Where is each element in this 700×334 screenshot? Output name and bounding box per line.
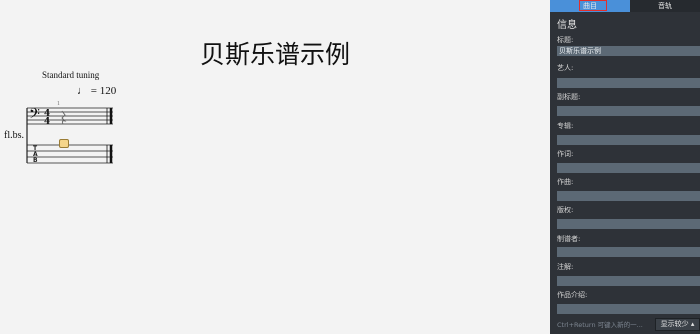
artist-input[interactable] xyxy=(557,78,700,88)
tab-clef: TAB xyxy=(33,145,38,164)
field-label-album: 专辑: xyxy=(557,122,574,130)
tab-track[interactable]: 音轨 xyxy=(630,0,700,12)
title-input[interactable]: 贝斯乐谱示例 xyxy=(557,46,700,56)
lyricist-input[interactable] xyxy=(557,163,700,173)
field-label-notes: 注解: xyxy=(557,263,574,271)
show-less-button[interactable]: 显示较少 ▴ xyxy=(655,318,700,331)
properties-panel: 曲目 音轨 信息 标题: 贝斯乐谱示例 艺人: 副标题: 专辑: 作词: 作曲:… xyxy=(550,0,700,334)
section-title: 信息 xyxy=(557,20,577,31)
bass-clef: 𝄢 xyxy=(29,106,40,126)
staff-system: 𝄢 4 4 TAB xyxy=(26,106,113,164)
album-input[interactable] xyxy=(557,135,700,145)
panel-tabbar: 曲目 音轨 xyxy=(550,0,700,12)
tab-track-label: 音轨 xyxy=(658,2,672,10)
score-view[interactable]: 贝斯乐谱示例 Standard tuning ♩ = 120 1 fl.bs. xyxy=(0,0,550,334)
subtitle-input[interactable] xyxy=(557,106,700,116)
tab-staff xyxy=(27,144,113,164)
field-label-title: 标题: xyxy=(557,36,574,44)
field-label-copyright: 版权: xyxy=(557,206,574,214)
beat-cursor[interactable] xyxy=(59,139,69,148)
keyboard-hint: Ctrl+Return 可键入新的一... xyxy=(557,321,643,329)
field-label-subtitle: 副标题: xyxy=(557,93,581,101)
quarter-rest xyxy=(61,110,67,125)
copyright-input[interactable] xyxy=(557,219,700,229)
description-input[interactable] xyxy=(557,304,700,314)
tab-score[interactable]: 曲目 xyxy=(550,0,630,12)
field-label-tabber: 制谱者: xyxy=(557,235,581,243)
notes-input[interactable] xyxy=(557,276,700,286)
composer-input[interactable] xyxy=(557,191,700,201)
field-label-artist: 艺人: xyxy=(557,64,574,72)
highlight-outline xyxy=(579,0,607,11)
field-label-description: 作品介绍: xyxy=(557,291,588,299)
time-signature-bottom: 4 xyxy=(44,117,50,127)
tabber-input[interactable] xyxy=(557,247,700,257)
field-label-composer: 作曲: xyxy=(557,178,574,186)
field-label-lyricist: 作词: xyxy=(557,150,574,158)
